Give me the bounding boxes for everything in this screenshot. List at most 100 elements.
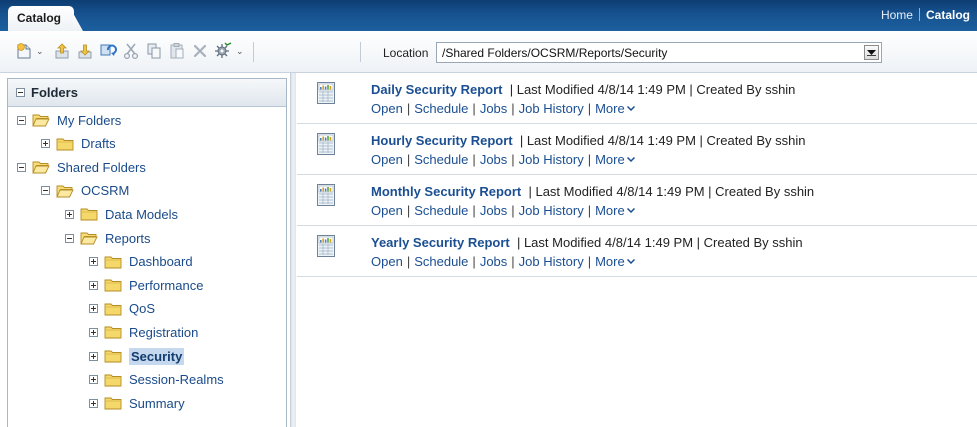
folder-label[interactable]: Shared Folders xyxy=(57,160,146,175)
collapse-toggle-icon[interactable] xyxy=(65,233,74,243)
report-title-link[interactable]: Hourly Security Report xyxy=(371,133,513,148)
folder-icon xyxy=(104,255,122,269)
folders-pane: Folders My Folders Drafts Shared Folders OC… xyxy=(7,78,287,427)
more-menu-link[interactable]: More xyxy=(595,203,635,218)
expand-toggle-icon[interactable] xyxy=(89,280,98,290)
new-button[interactable] xyxy=(14,41,34,61)
collapse-toggle-icon[interactable] xyxy=(41,186,50,196)
folder-icon xyxy=(104,396,122,410)
jobs-link[interactable]: Jobs xyxy=(480,152,507,167)
report-meta-separator: | xyxy=(512,133,527,148)
new-menu-chevron-icon[interactable]: ⌄ xyxy=(36,46,44,57)
expand-toggle-icon[interactable] xyxy=(89,398,98,408)
jobs-link[interactable]: Jobs xyxy=(480,254,507,269)
folder-tree-item[interactable]: Data Models xyxy=(65,204,178,224)
folders-title: Folders xyxy=(31,85,78,100)
location-dropdown-icon[interactable] xyxy=(864,45,879,60)
folder-label[interactable]: My Folders xyxy=(57,113,121,128)
tab-catalog[interactable]: Catalog xyxy=(8,6,74,31)
expand-toggle-icon[interactable] xyxy=(89,304,98,314)
tasks-menu-chevron-icon[interactable]: ⌄ xyxy=(236,46,244,57)
expand-toggle-icon[interactable] xyxy=(89,351,98,361)
copy-icon xyxy=(147,43,161,59)
schedule-link[interactable]: Schedule xyxy=(414,101,468,116)
expand-toggle-icon[interactable] xyxy=(65,209,74,219)
report-title-line: Daily Security Report | Last Modified 4/… xyxy=(371,82,795,97)
collapse-folders-icon[interactable] xyxy=(16,88,25,97)
expand-toggle-icon[interactable] xyxy=(89,375,98,385)
delete-button[interactable] xyxy=(190,41,210,61)
catalog-link[interactable]: Catalog xyxy=(926,8,970,22)
location-select[interactable]: /Shared Folders/OCSRM/Reports/Security xyxy=(436,42,882,63)
pane-splitter[interactable] xyxy=(290,73,296,427)
schedule-link[interactable]: Schedule xyxy=(414,254,468,269)
more-menu-link[interactable]: More xyxy=(595,152,635,167)
report-title-line: Monthly Security Report | Last Modified … xyxy=(371,184,814,199)
expand-toggle-icon[interactable] xyxy=(41,139,50,149)
folder-label[interactable]: Security xyxy=(129,347,185,365)
job-history-link[interactable]: Job History xyxy=(519,152,584,167)
folder-label[interactable]: Reports xyxy=(105,231,151,246)
report-title-link[interactable]: Yearly Security Report xyxy=(371,235,510,250)
folder-tree-item[interactable]: Registration xyxy=(89,322,198,342)
folder-label[interactable]: Session-Realms xyxy=(129,372,224,387)
folder-label[interactable]: Summary xyxy=(129,396,185,411)
folder-tree-item[interactable]: Summary xyxy=(89,393,185,413)
report-title-link[interactable]: Monthly Security Report xyxy=(371,184,521,199)
report-meta: Last Modified 4/8/14 1:49 PM | Created B… xyxy=(516,82,796,97)
more-chevron-icon xyxy=(626,208,635,213)
folder-label[interactable]: Performance xyxy=(129,278,203,293)
report-icon[interactable] xyxy=(317,235,335,257)
open-link[interactable]: Open xyxy=(371,203,403,218)
download-icon xyxy=(78,44,92,59)
paste-button[interactable] xyxy=(167,41,187,61)
copy-button[interactable] xyxy=(144,41,164,61)
folder-tree-item[interactable]: Shared Folders xyxy=(17,157,146,177)
folder-tree-item[interactable]: Reports xyxy=(65,228,151,248)
tasks-button[interactable] xyxy=(213,41,233,61)
upload-button[interactable] xyxy=(52,41,72,61)
delete-icon xyxy=(193,44,207,58)
folder-tree-item[interactable]: My Folders xyxy=(17,110,121,130)
cut-button[interactable] xyxy=(121,41,141,61)
open-link[interactable]: Open xyxy=(371,101,403,116)
refresh-button[interactable] xyxy=(98,41,118,61)
job-history-link[interactable]: Job History xyxy=(519,254,584,269)
expand-toggle-icon[interactable] xyxy=(89,327,98,337)
report-icon[interactable] xyxy=(317,133,335,155)
folder-tree-item[interactable]: QoS xyxy=(89,299,155,319)
jobs-link[interactable]: Jobs xyxy=(480,101,507,116)
folder-tree-item[interactable]: Performance xyxy=(89,275,203,295)
cut-icon xyxy=(123,43,139,60)
folder-label[interactable]: QoS xyxy=(129,301,155,316)
folder-label[interactable]: Registration xyxy=(129,325,198,340)
home-link[interactable]: Home xyxy=(881,8,913,22)
job-history-link[interactable]: Job History xyxy=(519,101,584,116)
schedule-link[interactable]: Schedule xyxy=(414,152,468,167)
folder-icon xyxy=(56,137,74,151)
job-history-link[interactable]: Job History xyxy=(519,203,584,218)
folder-label[interactable]: OCSRM xyxy=(81,183,129,198)
collapse-toggle-icon[interactable] xyxy=(17,162,26,172)
folder-tree-item[interactable]: Drafts xyxy=(41,134,116,154)
folder-tree-item[interactable]: OCSRM xyxy=(41,181,129,201)
expand-toggle-icon[interactable] xyxy=(89,257,98,267)
jobs-link[interactable]: Jobs xyxy=(480,203,507,218)
more-menu-link[interactable]: More xyxy=(595,101,635,116)
folder-tree-item[interactable]: Dashboard xyxy=(89,252,193,272)
folder-label[interactable]: Data Models xyxy=(105,207,178,222)
open-link[interactable]: Open xyxy=(371,254,403,269)
more-label: More xyxy=(595,152,625,167)
report-title-link[interactable]: Daily Security Report xyxy=(371,82,503,97)
more-menu-link[interactable]: More xyxy=(595,254,635,269)
report-icon[interactable] xyxy=(317,184,335,206)
schedule-link[interactable]: Schedule xyxy=(414,203,468,218)
download-button[interactable] xyxy=(75,41,95,61)
folder-tree-item[interactable]: Security xyxy=(89,346,185,366)
folder-tree-item[interactable]: Session-Realms xyxy=(89,370,224,390)
folder-label[interactable]: Drafts xyxy=(81,136,116,151)
collapse-toggle-icon[interactable] xyxy=(17,115,26,125)
report-icon[interactable] xyxy=(317,82,335,104)
folder-label[interactable]: Dashboard xyxy=(129,254,193,269)
open-link[interactable]: Open xyxy=(371,152,403,167)
